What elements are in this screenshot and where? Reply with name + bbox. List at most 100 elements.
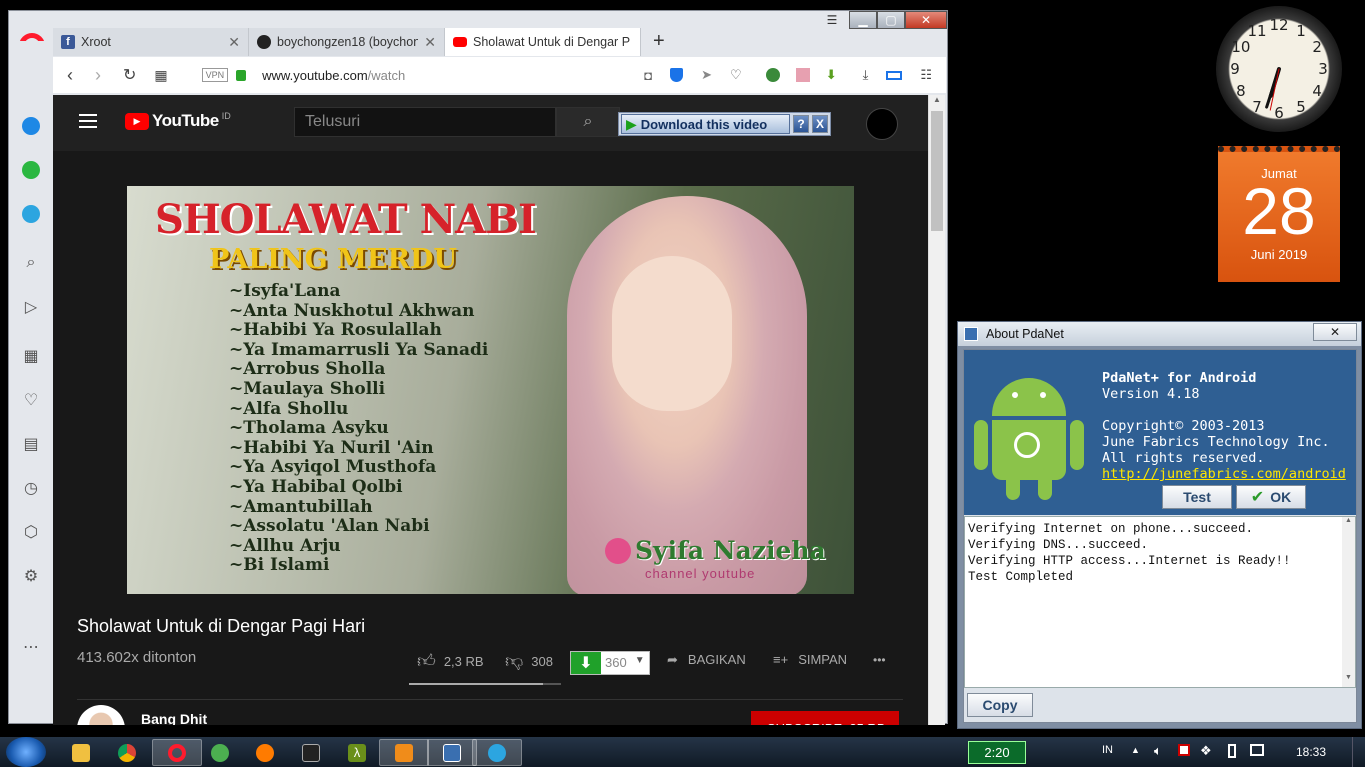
youtube-logo[interactable]: ▶ YouTube ID [125, 111, 231, 131]
extensions-icon[interactable]: ⬡ [20, 521, 42, 543]
pdanet-taskbar-icon[interactable] [427, 739, 477, 766]
calendar-gadget[interactable]: Jumat 28 Juni 2019 [1218, 146, 1340, 282]
log-scrollbar[interactable]: ▲ ▼ [1342, 517, 1355, 687]
heart-icon[interactable]: ♡ [730, 67, 742, 83]
avatar[interactable] [866, 108, 898, 140]
dislike-button[interactable]: 👎︎ 308 [505, 650, 553, 672]
minute-hand [1265, 67, 1281, 109]
search-input[interactable]: Telusuri [294, 107, 556, 137]
start-button[interactable] [6, 737, 46, 767]
flow-icon[interactable]: ▷ [20, 296, 42, 318]
thumbs-up-icon: 👍︎ [417, 651, 436, 671]
action-center-icon[interactable] [1178, 744, 1190, 756]
more-icon[interactable]: ⋯ [20, 636, 42, 658]
show-desktop-button[interactable] [1352, 737, 1365, 767]
network-icon[interactable] [1250, 744, 1264, 756]
firefox-taskbar-icon[interactable] [240, 739, 290, 766]
maximize-button[interactable]: ▢ [877, 11, 905, 29]
copy-button[interactable]: Copy [967, 693, 1033, 717]
song-item: ~Ya Asyiqol Musthofa [229, 457, 437, 478]
download-video-button[interactable]: ▶ Download this video [621, 114, 790, 134]
chrome-taskbar-icon[interactable] [102, 739, 152, 766]
share-button[interactable]: ➦ BAGIKAN [667, 652, 746, 668]
shield-icon[interactable] [670, 68, 684, 82]
reload-icon[interactable]: ↻ [123, 65, 136, 85]
language-indicator[interactable]: IN [1102, 744, 1113, 756]
tabs-grid-icon[interactable]: ▦ [154, 67, 167, 84]
scroll-thumb[interactable] [931, 111, 943, 231]
speed-dial-icon[interactable]: ▦ [20, 345, 42, 367]
lambda-taskbar-icon[interactable]: λ [332, 739, 382, 766]
facebook-icon: f [61, 35, 75, 49]
opera-menu-icon[interactable]: ☰ [815, 11, 849, 29]
tab-xroot[interactable]: f Xroot ✕ [53, 28, 249, 56]
scroll-up-icon[interactable]: ▲ [929, 95, 945, 109]
github-icon [257, 35, 271, 49]
easy-setup-icon[interactable]: ☷ [920, 67, 932, 83]
messenger-icon[interactable] [20, 115, 42, 137]
history-icon[interactable]: ◷ [20, 477, 42, 499]
bookmarks-icon[interactable]: ♡ [20, 389, 42, 411]
new-tab-button[interactable]: + [653, 30, 665, 53]
extension-download-icon[interactable]: ⬇ [826, 67, 837, 83]
downloads-icon[interactable]: ⤓ [863, 67, 869, 83]
brand-subtitle: channel youtube [645, 566, 756, 581]
battery-tray-icon[interactable] [1228, 744, 1236, 758]
close-button[interactable]: ✕ [905, 11, 947, 29]
sublime-taskbar-icon[interactable] [379, 739, 429, 766]
ok-button[interactable]: ✔ OK [1236, 485, 1306, 509]
minimize-button[interactable]: ▁ [849, 11, 877, 29]
search-button[interactable]: ⌕ [556, 107, 620, 137]
save-button[interactable]: ≡+ SIMPAN [773, 652, 847, 667]
extension-cube-icon[interactable] [795, 68, 810, 82]
whatsapp-icon[interactable] [20, 159, 42, 181]
back-icon[interactable]: ‹ [67, 65, 73, 86]
log-line: Test Completed [968, 570, 1074, 584]
show-hidden-icons[interactable]: ▲ [1131, 745, 1140, 755]
download-close-button[interactable]: X [812, 115, 828, 133]
cmd-taskbar-icon[interactable] [286, 739, 336, 766]
net-counter-widget[interactable]: 2:20 [968, 741, 1026, 764]
search-icon[interactable]: ⌕ [20, 252, 42, 274]
channel-avatar[interactable] [77, 705, 125, 725]
vpn-badge[interactable]: VPN [201, 68, 229, 82]
globe-taskbar-icon[interactable] [195, 739, 245, 766]
send-icon[interactable]: ➤ [701, 67, 712, 83]
test-button[interactable]: Test [1162, 485, 1232, 509]
video-player[interactable]: SHOLAWAT NABI PALING MERDU ~Isyfa'Lana ~A… [127, 186, 854, 594]
extension-globe-icon[interactable] [765, 68, 780, 82]
more-actions-button[interactable]: ••• [873, 653, 886, 667]
volume-icon[interactable]: 🔈︎ [1154, 743, 1162, 759]
dropbox-icon[interactable]: ❖ [1200, 743, 1212, 759]
battery-icon[interactable] [886, 70, 903, 80]
download-widget[interactable]: ⬇ 360 ▼ [570, 651, 650, 675]
page-scrollbar[interactable]: ▲ [928, 95, 945, 725]
dialog-close-button[interactable]: ✕ [1313, 323, 1357, 341]
tab-github[interactable]: boychongzen18 (boychong ✕ [249, 28, 445, 56]
clock-gadget[interactable]: 12 1 2 3 4 5 6 7 8 9 10 11 [1216, 6, 1342, 132]
close-tab-icon[interactable]: ✕ [228, 34, 240, 51]
telegram-icon[interactable] [20, 203, 42, 225]
clock-number: 7 [1252, 98, 1262, 116]
telegram-taskbar-icon[interactable] [472, 739, 522, 766]
explorer-taskbar-icon[interactable] [56, 739, 106, 766]
download-help-button[interactable]: ? [793, 115, 809, 133]
pdanet-link[interactable]: http://junefabrics.com/android [1102, 466, 1346, 482]
channel-name[interactable]: Bang Dhit [141, 711, 207, 725]
url-host[interactable]: www.youtube.com [262, 68, 368, 83]
clock-number: 5 [1296, 98, 1306, 116]
subscribe-button[interactable]: SUBSCRIBE 25 RB [751, 711, 899, 725]
camera-icon[interactable]: ◘ [644, 68, 652, 83]
brand-logo-icon [605, 538, 631, 564]
news-icon[interactable]: ▤ [20, 433, 42, 455]
url-path[interactable]: /watch [368, 68, 406, 83]
menu-icon[interactable] [79, 114, 97, 128]
test-log-textarea[interactable]: Verifying Internet on phone...succeed. Ve… [964, 516, 1356, 688]
clock-time[interactable]: 18:33 [1296, 745, 1326, 759]
tab-youtube[interactable]: Sholawat Untuk di Dengar P [445, 28, 641, 56]
like-button[interactable]: 👍︎ 2,3 RB [417, 650, 484, 672]
close-tab-icon[interactable]: ✕ [424, 34, 436, 51]
video-meta: Sholawat Untuk di Dengar Pagi Hari 413.6… [53, 595, 928, 725]
forward-icon[interactable]: › [95, 65, 101, 86]
settings-icon[interactable]: ⚙ [20, 565, 42, 587]
